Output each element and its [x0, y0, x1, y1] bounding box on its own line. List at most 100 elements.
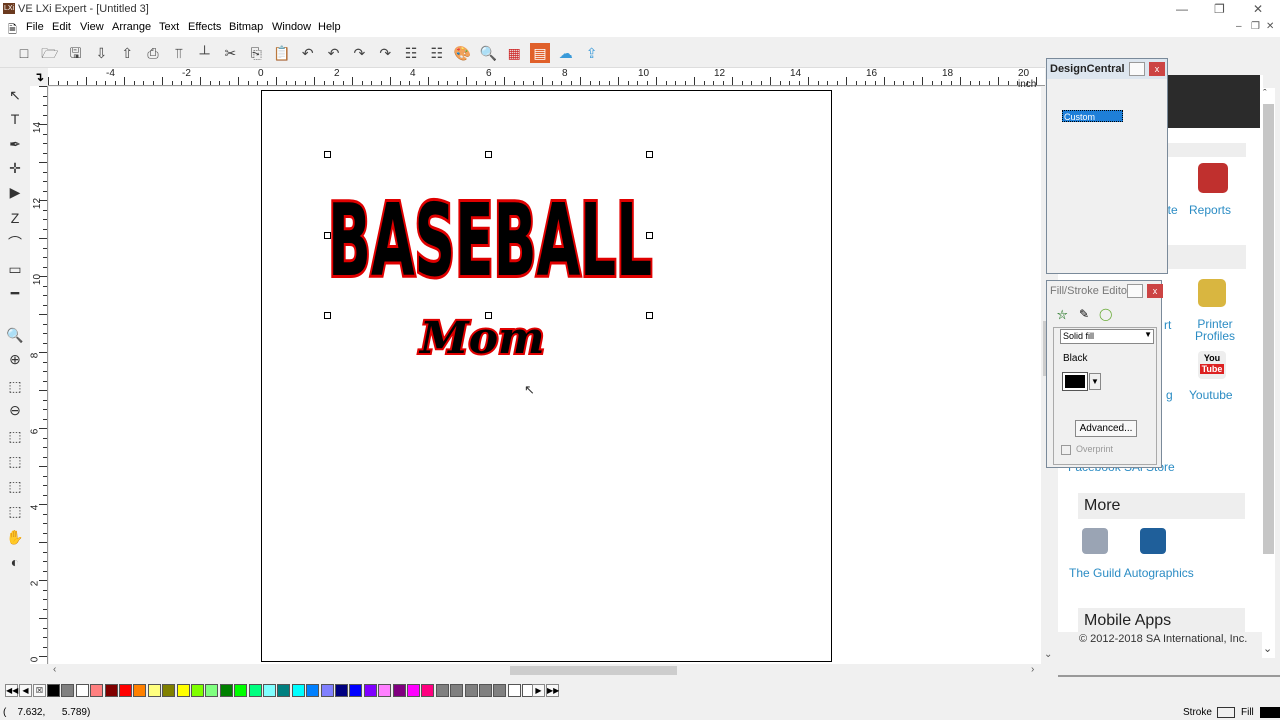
zoom-in-icon[interactable]: ⊕	[5, 349, 25, 369]
color-swatch[interactable]	[392, 684, 406, 697]
ruler-origin-icon[interactable]: ↴	[34, 70, 44, 84]
pen-tool-icon[interactable]: ✒	[5, 134, 25, 154]
color-swatch[interactable]	[248, 684, 262, 697]
color-swatch[interactable]	[507, 684, 521, 697]
reports-link[interactable]: Reports	[1189, 203, 1231, 217]
advanced-button[interactable]: Advanced...	[1075, 420, 1137, 437]
redo-icon[interactable]: ↷	[349, 43, 369, 63]
pointer-tool-icon[interactable]: ↖	[5, 85, 25, 105]
node-tool-icon[interactable]: ✛	[5, 158, 25, 178]
menu-help[interactable]: Help	[318, 21, 341, 33]
menu-edit[interactable]: Edit	[52, 21, 71, 33]
panel-close-icon[interactable]: x	[1149, 62, 1165, 76]
inspect-icon[interactable]: 🔍	[478, 43, 498, 63]
zoom-out-icon[interactable]: ⊖	[5, 400, 25, 420]
color-swatch[interactable]	[133, 684, 147, 697]
zoom-all-icon[interactable]: ⬚	[5, 476, 25, 496]
color-chart-icon[interactable]: ▦	[504, 43, 524, 63]
color-swatch[interactable]	[61, 684, 75, 697]
redo-list-icon[interactable]: ↷	[375, 43, 395, 63]
panel-close-icon[interactable]: x	[1147, 284, 1163, 298]
scroll-left-icon[interactable]: ‹	[53, 664, 56, 675]
guild-icon[interactable]	[1082, 528, 1108, 554]
menu-bitmap[interactable]: Bitmap	[229, 21, 263, 33]
handle[interactable]	[324, 312, 331, 319]
handle[interactable]	[324, 232, 331, 239]
handle[interactable]	[646, 232, 653, 239]
palette-prev-icon[interactable]: ◀	[19, 684, 32, 697]
palette-first-icon[interactable]: ◀◀	[5, 684, 18, 697]
minimize-icon[interactable]: —	[1176, 2, 1188, 16]
undo-icon[interactable]: ↶	[298, 43, 318, 63]
palette-last-icon[interactable]: ▶▶	[546, 684, 559, 697]
shape-edit-icon[interactable]: ▶	[5, 182, 25, 202]
color-swatch[interactable]	[306, 684, 320, 697]
color-swatch[interactable]	[162, 684, 176, 697]
scroll-right-icon[interactable]: ›	[1031, 664, 1034, 675]
color-swatch[interactable]	[378, 684, 392, 697]
pan-hand-icon[interactable]: ✋	[5, 527, 25, 547]
color-swatch[interactable]	[349, 684, 363, 697]
properties-icon[interactable]: ☷	[401, 43, 421, 63]
zoom-selection-icon[interactable]: ⬚	[5, 451, 25, 471]
horizontal-scroll-thumb[interactable]	[510, 666, 677, 675]
panel-minimize-icon[interactable]	[1127, 284, 1143, 298]
handle[interactable]	[485, 312, 492, 319]
web-scroll-down-icon[interactable]: ⌄	[1263, 642, 1272, 655]
copy-icon[interactable]: ⎘	[246, 43, 266, 63]
menu-text[interactable]: Text	[159, 21, 179, 33]
fill-indicator[interactable]	[1260, 707, 1280, 718]
handle[interactable]	[646, 312, 653, 319]
color-swatch[interactable]	[219, 684, 233, 697]
menu-effects[interactable]: Effects	[188, 21, 221, 33]
menu-view[interactable]: View	[80, 21, 104, 33]
zoom-previous-icon[interactable]: ⬚	[5, 501, 25, 521]
close-icon[interactable]: ✕	[1253, 2, 1263, 16]
color-swatch[interactable]	[1062, 372, 1088, 391]
custom-item[interactable]: Custom	[1062, 110, 1123, 122]
color-swatch[interactable]	[104, 684, 118, 697]
panel-minimize-icon[interactable]	[1129, 62, 1145, 76]
color-swatch[interactable]	[464, 684, 478, 697]
color-swatch[interactable]	[263, 684, 276, 697]
color-swatch[interactable]	[147, 684, 161, 697]
job-manager-icon[interactable]: ☷	[427, 43, 447, 63]
scroll-down-icon[interactable]: ⌄	[1044, 649, 1052, 660]
stamp-icon[interactable]: ┴	[195, 43, 215, 63]
autographics-icon[interactable]	[1140, 528, 1166, 554]
baseball-text[interactable]: BASEBALL	[325, 179, 655, 302]
cut-icon[interactable]: ✂	[220, 43, 240, 63]
palette-icon[interactable]: 🎨	[453, 43, 473, 63]
web-scroll-up-icon[interactable]: ˆ	[1263, 88, 1267, 100]
color-dropdown-icon[interactable]: ▼	[1089, 373, 1101, 390]
color-swatch[interactable]	[119, 684, 132, 697]
reports-icon[interactable]: ▤	[530, 43, 550, 63]
doc-close-icon[interactable]: ✕	[1266, 21, 1274, 32]
menu-file[interactable]: File	[26, 21, 44, 33]
color-swatch[interactable]	[421, 684, 435, 697]
color-swatch[interactable]	[47, 684, 60, 697]
zigzag-tool-icon[interactable]: Z	[5, 208, 25, 228]
printer-profiles-icon[interactable]	[1198, 279, 1226, 307]
web-scrollbar[interactable]: ˆ ⌄	[1262, 88, 1275, 658]
menu-arrange[interactable]: Arrange	[112, 21, 151, 33]
save-icon[interactable]: 🖫	[66, 43, 86, 63]
import-icon[interactable]: ⇩	[91, 43, 111, 63]
overprint-checkbox[interactable]	[1061, 445, 1071, 455]
handle[interactable]	[646, 151, 653, 158]
color-swatch[interactable]	[176, 684, 190, 697]
color-swatch[interactable]	[407, 684, 420, 697]
paste-icon[interactable]: 📋	[272, 43, 292, 63]
reports-icon[interactable]	[1198, 163, 1228, 193]
color-swatch[interactable]	[191, 684, 204, 697]
color-swatch[interactable]	[75, 684, 89, 697]
zoom-fit-icon[interactable]: ⬚	[5, 376, 25, 396]
color-swatch[interactable]	[493, 684, 507, 697]
new-icon[interactable]: □	[14, 43, 34, 63]
partial-link[interactable]: g	[1166, 388, 1173, 402]
handle[interactable]	[485, 151, 492, 158]
color-swatch[interactable]	[291, 684, 305, 697]
stroke-tab-icon[interactable]: ✎	[1079, 307, 1089, 321]
color-swatch[interactable]	[450, 684, 464, 697]
open-icon[interactable]: 🗁	[40, 43, 60, 63]
